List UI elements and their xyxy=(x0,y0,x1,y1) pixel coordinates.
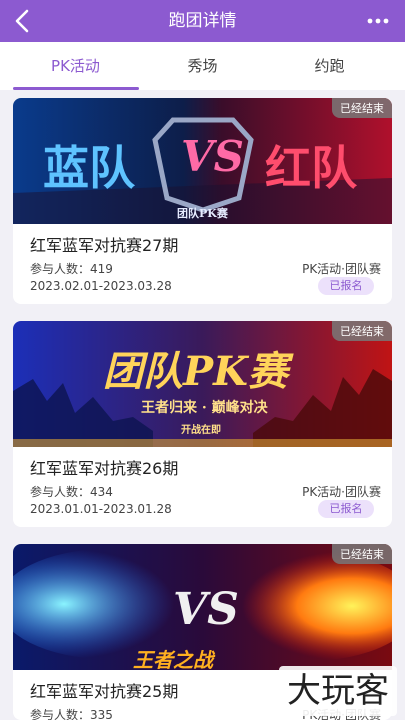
activity-dates: 2023.01.01-2023.01.28 xyxy=(30,502,172,516)
app-header: 跑团详情 xyxy=(0,0,405,42)
activity-card[interactable]: 蓝队 VS 红队 团队PK赛 已经结束 红军蓝军对抗赛27期 参与人数：419 … xyxy=(13,98,392,304)
activity-category: PK活动·团队赛 xyxy=(302,262,381,276)
participants-count: 参与人数：419 xyxy=(30,262,113,276)
activity-dates: 2023.02.01-2023.03.28 xyxy=(30,279,172,293)
tab-pk-activity[interactable]: PK活动 xyxy=(8,42,143,90)
status-badge: 已经结束 xyxy=(332,544,392,564)
activity-category: PK活动·团队赛 xyxy=(302,485,381,499)
activity-title: 红军蓝军对抗赛27期 xyxy=(30,236,179,255)
banner-main-title: 团队PK赛 xyxy=(103,348,288,395)
participants-label: 参与人数 xyxy=(30,262,79,276)
tab-bar: PK活动 秀场 约跑 xyxy=(0,42,405,90)
status-badge: 已经结束 xyxy=(332,98,392,118)
participants-count: 参与人数：335 xyxy=(30,708,113,720)
participants-value: 434 xyxy=(90,485,113,499)
activity-title: 红军蓝军对抗赛25期 xyxy=(30,682,179,701)
page-title: 跑团详情 xyxy=(168,11,237,31)
participants-value: 335 xyxy=(90,708,113,720)
participants-value: 419 xyxy=(90,262,113,276)
banner-subtitle: 团队PK赛 xyxy=(177,207,228,220)
banner-blue-team: 蓝队 xyxy=(43,141,135,195)
tab-showcase[interactable]: 秀场 xyxy=(135,42,270,90)
status-badge: 已经结束 xyxy=(332,321,392,341)
banner-vs: VS xyxy=(173,584,239,635)
participants-label: 参与人数 xyxy=(30,708,79,720)
tab-active-indicator xyxy=(13,87,139,90)
banner-tagline: 开战在即 xyxy=(181,425,221,436)
activity-card[interactable]: 团队PK赛 王者归来 · 巅峰对决 开战在即 已经结束 红军蓝军对抗赛26期 参… xyxy=(13,321,392,527)
banner-red-team: 红队 xyxy=(265,141,357,195)
watermark-logo: 大玩客 xyxy=(279,666,397,716)
participants-count: 参与人数：434 xyxy=(30,485,113,499)
signup-status-badge: 已报名 xyxy=(318,500,374,518)
tab-run-meetup[interactable]: 约跑 xyxy=(262,42,397,90)
signup-status-badge: 已报名 xyxy=(318,277,374,295)
banner-subtitle: 王者之战 xyxy=(133,648,213,670)
banner-subtitle: 王者归来 · 巅峰对决 xyxy=(141,400,268,416)
more-dots-icon[interactable] xyxy=(365,12,391,30)
banner-vs: VS xyxy=(181,132,244,181)
participants-label: 参与人数 xyxy=(30,485,79,499)
activity-title: 红军蓝军对抗赛26期 xyxy=(30,459,179,478)
